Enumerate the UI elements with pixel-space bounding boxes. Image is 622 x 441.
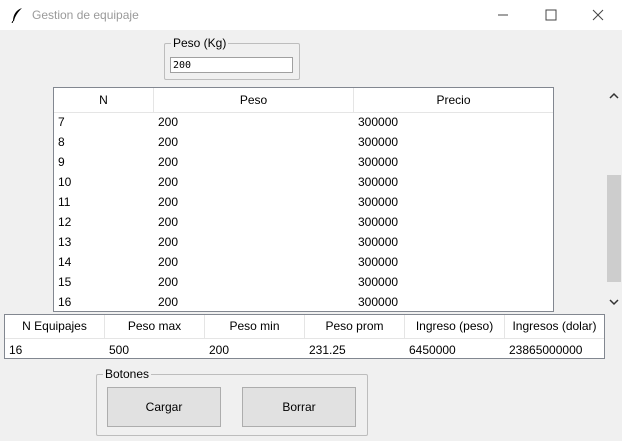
stats-value-peso-min: 200 [209,343,230,357]
table-cell: 9 [58,155,65,169]
table-cell: 300000 [358,155,399,169]
table-cell: 16 [58,295,72,309]
table-cell: 200 [158,295,179,309]
peso-group: Peso (Kg) 200 [164,36,300,80]
table-cell: 200 [158,115,179,129]
stats-header-ingresos-dolar[interactable]: Ingresos (dolar) [505,315,604,339]
table-cell: 12 [58,215,72,229]
vertical-scrollbar[interactable] [606,87,622,312]
stats-header-peso-max[interactable]: Peso max [105,315,205,339]
scroll-up-icon[interactable] [608,91,620,101]
stats-header-peso-min[interactable]: Peso min [205,315,305,339]
equipaje-table[interactable]: N Peso Precio 7 200 300000 8 200 300000 9 200 30… [53,87,554,312]
table-row[interactable]: 10 200 300000 [54,172,553,192]
table-row[interactable]: 16 200 300000 [54,292,553,311]
table-cell: 300000 [358,175,399,189]
botones-group-legend: Botones [103,367,152,381]
table-row[interactable]: 15 200 300000 [54,272,553,292]
table-cell: 300000 [358,255,399,269]
table-header: N Peso Precio [54,88,553,113]
stats-value-peso-prom: 231.25 [309,343,346,357]
stats-value-ingreso-peso: 6450000 [409,343,456,357]
table-row[interactable]: 9 200 300000 [54,152,553,172]
table-row[interactable]: 12 200 300000 [54,212,553,232]
close-icon[interactable] [588,5,608,25]
table-cell: 300000 [358,215,399,229]
table-cell: 300000 [358,115,399,129]
table-cell: 15 [58,275,72,289]
table-cell: 14 [58,255,72,269]
title-bar: Gestion de equipaje [0,0,622,30]
table-cell: 13 [58,235,72,249]
stats-header-peso-prom[interactable]: Peso prom [305,315,405,339]
column-header-precio[interactable]: Precio [354,88,553,112]
table-cell: 200 [158,215,179,229]
stats-value-peso-max: 500 [109,343,130,357]
peso-input[interactable]: 200 [170,57,293,73]
botones-group: Botones Cargar Borrar [96,367,368,436]
table-cell: 8 [58,135,65,149]
table-cell: 300000 [358,235,399,249]
table-body: 7 200 300000 8 200 300000 9 200 300000 10 200 30000… [54,112,553,311]
column-header-n[interactable]: N [54,88,154,112]
table-cell: 200 [158,175,179,189]
table-cell: 10 [58,175,72,189]
table-cell: 300000 [358,275,399,289]
column-header-peso[interactable]: Peso [154,88,354,112]
table-cell: 200 [158,255,179,269]
table-cell: 200 [158,155,179,169]
peso-group-legend: Peso (Kg) [171,36,229,50]
table-row[interactable]: 11 200 300000 [54,192,553,212]
maximize-icon[interactable] [541,5,561,25]
stats-header-ingreso-peso[interactable]: Ingreso (peso) [405,315,505,339]
table-row[interactable]: 14 200 300000 [54,252,553,272]
table-cell: 300000 [358,195,399,209]
borrar-button[interactable]: Borrar [242,387,356,427]
table-cell: 300000 [358,135,399,149]
feather-icon [11,8,22,23]
table-cell: 11 [58,195,71,209]
window-title: Gestion de equipaje [32,8,139,22]
stats-header-n-equipajes[interactable]: N Equipajes [5,315,105,339]
table-cell: 300000 [358,295,399,309]
table-cell: 200 [158,195,179,209]
scroll-thumb[interactable] [607,175,621,282]
table-cell: 200 [158,235,179,249]
table-cell: 200 [158,275,179,289]
table-cell: 7 [58,115,65,129]
stats-value-n-equipajes: 16 [9,343,23,357]
stats-value-ingresos-dolar: 23865000000 [509,343,583,357]
table-row[interactable]: 8 200 300000 [54,132,553,152]
scroll-down-icon[interactable] [608,297,620,307]
stats-table: N Equipajes 16 Peso max 500 Peso min 200 Peso … [4,314,605,359]
table-cell: 200 [158,135,179,149]
table-row[interactable]: 7 200 300000 [54,112,553,132]
cargar-button[interactable]: Cargar [107,387,221,427]
minimize-icon[interactable] [493,5,513,25]
table-row[interactable]: 13 200 300000 [54,232,553,252]
